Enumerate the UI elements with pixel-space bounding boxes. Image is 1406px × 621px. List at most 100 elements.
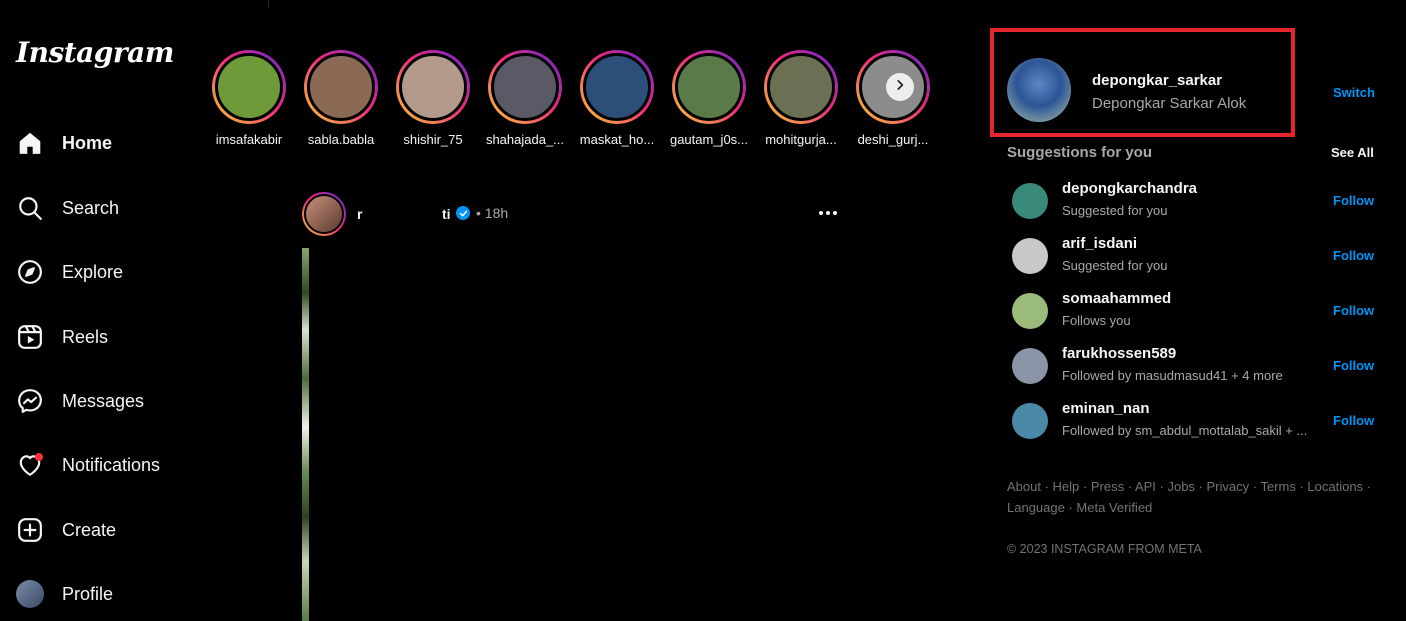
instagram-app: Instagram Home Search Explore Reels Mess… bbox=[0, 0, 1406, 621]
story-avatar bbox=[215, 53, 283, 121]
follow-button[interactable]: Follow bbox=[1333, 193, 1374, 208]
story-item[interactable]: shishir_75 bbox=[391, 50, 475, 147]
current-user-fullname: Depongkar Sarkar Alok bbox=[1092, 95, 1247, 112]
footer-link[interactable]: API bbox=[1135, 479, 1156, 494]
suggestion-avatar[interactable] bbox=[1012, 403, 1048, 439]
nav-messages[interactable]: Messages bbox=[16, 385, 144, 417]
nav-explore[interactable]: Explore bbox=[16, 256, 123, 288]
suggestion-item: eminan_nan Followed by sm_abdul_mottalab… bbox=[1012, 400, 1376, 444]
post-image[interactable] bbox=[302, 248, 309, 621]
footer-link[interactable]: Meta Verified bbox=[1076, 500, 1152, 515]
follow-button[interactable]: Follow bbox=[1333, 413, 1374, 428]
heart-icon bbox=[16, 451, 44, 479]
stories-next-button[interactable] bbox=[886, 73, 914, 101]
story-username: maskat_ho... bbox=[579, 132, 655, 147]
suggestion-item: somaahammed Follows you Follow bbox=[1012, 290, 1376, 334]
story-avatar bbox=[491, 53, 559, 121]
plus-square-icon bbox=[16, 516, 44, 544]
nav-label: Profile bbox=[62, 583, 114, 604]
footer-link[interactable]: Jobs bbox=[1167, 479, 1194, 494]
nav-label: Explore bbox=[62, 261, 124, 282]
footer-link[interactable]: Language bbox=[1007, 500, 1065, 515]
footer-link[interactable]: Press bbox=[1091, 479, 1124, 494]
post-timestamp: • 18h bbox=[476, 205, 509, 221]
divider bbox=[268, 0, 269, 8]
suggestion-avatar[interactable] bbox=[1012, 348, 1048, 384]
suggestion-item: arif_isdani Suggested for you Follow bbox=[1012, 235, 1376, 279]
nav-reels[interactable]: Reels bbox=[16, 321, 108, 353]
suggestion-avatar[interactable] bbox=[1012, 293, 1048, 329]
compass-icon bbox=[16, 258, 44, 286]
suggestion-username[interactable]: somaahammed bbox=[1062, 290, 1171, 307]
suggestion-item: farukhossen589 Followed by masudmasud41 … bbox=[1012, 345, 1376, 389]
story-username: deshi_gurj... bbox=[857, 132, 929, 147]
footer-link[interactable]: About bbox=[1007, 479, 1041, 494]
story-item[interactable]: maskat_ho... bbox=[575, 50, 659, 147]
suggestion-reason: Suggested for you bbox=[1062, 258, 1168, 273]
footer-link[interactable]: Terms bbox=[1260, 479, 1295, 494]
reels-icon bbox=[16, 323, 44, 351]
suggestion-username[interactable]: farukhossen589 bbox=[1062, 345, 1176, 362]
copyright-text: © 2023 INSTAGRAM FROM META bbox=[1007, 542, 1202, 556]
story-avatar bbox=[767, 53, 835, 121]
story-username: shahajada_... bbox=[485, 132, 565, 147]
footer-link[interactable]: Locations bbox=[1307, 479, 1363, 494]
notification-dot bbox=[35, 453, 43, 461]
nav-profile[interactable]: Profile bbox=[16, 578, 113, 610]
suggestion-avatar[interactable] bbox=[1012, 238, 1048, 274]
nav-label: Messages bbox=[62, 390, 145, 411]
story-item[interactable]: shahajada_... bbox=[483, 50, 567, 147]
story-username: mohitgurja... bbox=[765, 132, 837, 147]
story-avatar bbox=[583, 53, 651, 121]
nav-label: Search bbox=[62, 197, 120, 218]
story-username: imsafakabir bbox=[215, 132, 283, 147]
suggestion-reason: Followed by masudmasud41 + 4 more bbox=[1062, 368, 1283, 383]
switch-account-button[interactable]: Switch bbox=[1333, 85, 1375, 100]
search-icon bbox=[16, 194, 44, 222]
nav-home[interactable]: Home bbox=[16, 127, 112, 159]
suggestion-reason: Followed by sm_abdul_mottalab_sakil + ..… bbox=[1062, 423, 1308, 438]
suggestion-item: depongkarchandra Suggested for you Follo… bbox=[1012, 180, 1376, 224]
story-item[interactable]: gautam_j0s... bbox=[667, 50, 751, 147]
story-item[interactable]: sabla.babla bbox=[299, 50, 383, 147]
story-avatar bbox=[307, 53, 375, 121]
nav-create[interactable]: Create bbox=[16, 514, 116, 546]
suggestion-username[interactable]: depongkarchandra bbox=[1062, 180, 1197, 197]
see-all-link[interactable]: See All bbox=[1331, 145, 1374, 160]
current-user-username[interactable]: depongkar_sarkar bbox=[1092, 72, 1222, 89]
suggestion-username[interactable]: eminan_nan bbox=[1062, 400, 1150, 417]
suggestion-username[interactable]: arif_isdani bbox=[1062, 235, 1137, 252]
avatar bbox=[16, 580, 44, 608]
instagram-logo[interactable]: Instagram bbox=[16, 36, 174, 69]
story-avatar bbox=[675, 53, 743, 121]
story-avatar bbox=[399, 53, 467, 121]
story-username: sabla.babla bbox=[307, 132, 375, 147]
story-item[interactable]: imsafakabir bbox=[207, 50, 291, 147]
nav-label: Home bbox=[62, 132, 113, 153]
story-username: gautam_j0s... bbox=[669, 132, 749, 147]
story-item[interactable]: mohitgurja... bbox=[759, 50, 843, 147]
home-icon bbox=[16, 129, 44, 157]
nav-label: Reels bbox=[62, 326, 109, 347]
post-username[interactable]: ti bbox=[442, 206, 451, 222]
footer-link[interactable]: Help bbox=[1053, 479, 1080, 494]
more-options-button[interactable] bbox=[814, 203, 842, 223]
nav-search[interactable]: Search bbox=[16, 192, 119, 224]
nav-notifications[interactable]: Notifications bbox=[16, 449, 160, 481]
messenger-icon bbox=[16, 387, 44, 415]
post-username[interactable]: r bbox=[357, 206, 362, 222]
follow-button[interactable]: Follow bbox=[1333, 303, 1374, 318]
footer-link[interactable]: Privacy bbox=[1207, 479, 1250, 494]
follow-button[interactable]: Follow bbox=[1333, 358, 1374, 373]
suggestion-avatar[interactable] bbox=[1012, 183, 1048, 219]
nav-label: Create bbox=[62, 519, 117, 540]
follow-button[interactable]: Follow bbox=[1333, 248, 1374, 263]
story-username: shishir_75 bbox=[403, 132, 463, 147]
post-author-avatar[interactable] bbox=[302, 192, 346, 236]
suggestions-title: Suggestions for you bbox=[1007, 144, 1153, 161]
suggestion-reason: Follows you bbox=[1062, 313, 1131, 328]
current-user-avatar[interactable] bbox=[1007, 58, 1071, 122]
chevron-right-icon bbox=[893, 78, 907, 97]
footer-links: About · Help · Press · API · Jobs · Priv… bbox=[1007, 479, 1372, 515]
sidebar: Instagram Home Search Explore Reels Mess… bbox=[0, 0, 200, 621]
